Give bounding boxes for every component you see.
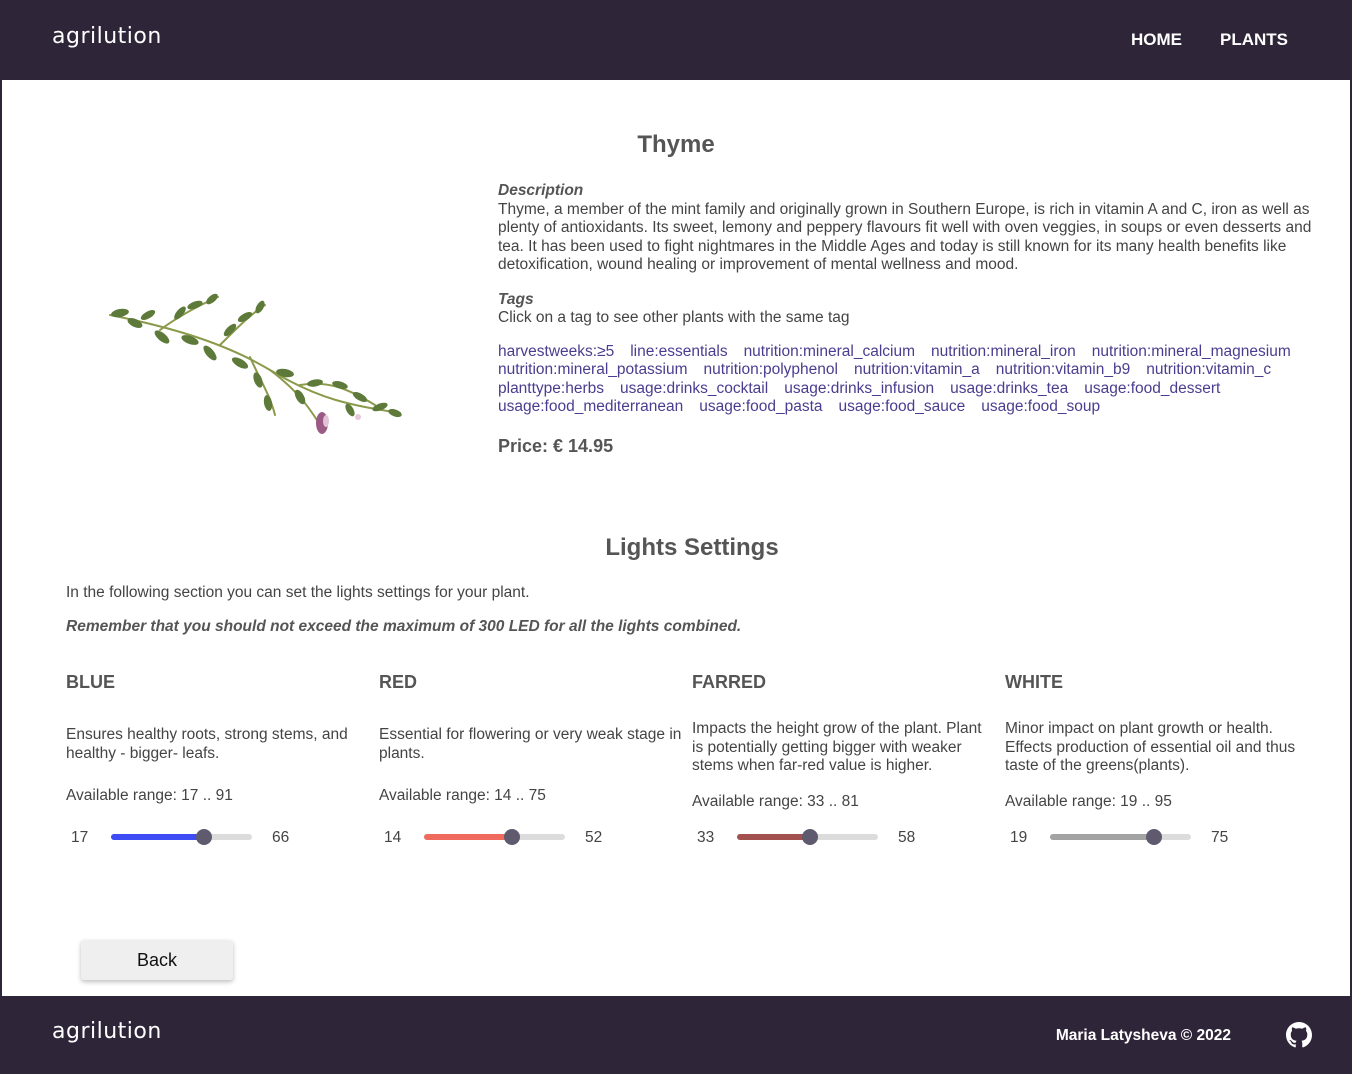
nav-plants-link[interactable]: PLANTS bbox=[1220, 30, 1288, 50]
slider-track[interactable] bbox=[1050, 829, 1191, 845]
slider-fill bbox=[737, 834, 811, 840]
tag-list: harvestweeks:≥5 line:essentials nutritio… bbox=[498, 343, 1328, 417]
brand-logo[interactable]: agrilution bbox=[52, 24, 162, 49]
tag-link[interactable]: nutrition:vitamin_b9 bbox=[996, 361, 1130, 380]
tag-link[interactable]: line:essentials bbox=[630, 343, 727, 362]
slider-min-label: 33 bbox=[697, 829, 715, 846]
slider-min-label: 14 bbox=[384, 829, 402, 846]
tag-link[interactable]: usage:drinks_tea bbox=[950, 380, 1068, 399]
slider-thumb[interactable] bbox=[802, 829, 819, 845]
tag-link[interactable]: usage:drinks_cocktail bbox=[620, 380, 768, 399]
slider-value-label: 66 bbox=[272, 829, 290, 846]
light-blue: BLUE Ensures healthy roots, strong stems… bbox=[66, 672, 379, 846]
description-label: Description bbox=[498, 182, 584, 199]
footer: agrilution Maria Latysheva © 2022 bbox=[0, 996, 1352, 1074]
light-range-text: Available range: 17 .. 91 bbox=[66, 787, 233, 804]
tag-link[interactable]: nutrition:vitamin_c bbox=[1146, 361, 1271, 380]
back-button[interactable]: Back bbox=[81, 940, 233, 980]
tag-link[interactable]: nutrition:mineral_magnesium bbox=[1092, 343, 1291, 362]
slider-min-label: 17 bbox=[71, 829, 89, 846]
tag-link[interactable]: usage:food_sauce bbox=[839, 398, 966, 417]
light-farred: FARRED Impacts the height grow of the pl… bbox=[692, 672, 1005, 846]
nav-home-link[interactable]: HOME bbox=[1131, 30, 1182, 50]
light-slider: 14 52 bbox=[379, 823, 639, 853]
tag-link[interactable]: nutrition:mineral_iron bbox=[931, 343, 1076, 362]
copyright-text: Maria Latysheva © 2022 bbox=[1055, 1027, 1231, 1044]
plant-image bbox=[109, 293, 402, 434]
footer-logo: agrilution bbox=[52, 1019, 162, 1044]
tag-link[interactable]: nutrition:vitamin_a bbox=[854, 361, 980, 380]
light-range-text: Available range: 19 .. 95 bbox=[1005, 793, 1172, 810]
tag-link[interactable]: usage:food_pasta bbox=[699, 398, 822, 417]
light-description: Ensures healthy roots, strong stems, and… bbox=[66, 726, 348, 762]
light-name: RED bbox=[379, 672, 418, 692]
light-name: BLUE bbox=[66, 672, 115, 692]
tag-link[interactable]: planttype:herbs bbox=[498, 380, 604, 399]
lights-intro-text: In the following section you can set the… bbox=[66, 584, 530, 601]
light-slider: 17 66 bbox=[66, 823, 326, 853]
plant-price: Price: € 14.95 bbox=[498, 435, 614, 456]
light-slider: 33 58 bbox=[692, 823, 952, 853]
slider-value-label: 52 bbox=[585, 829, 603, 846]
tag-link[interactable]: nutrition:mineral_calcium bbox=[744, 343, 915, 362]
plant-description: Thyme, a member of the mint family and o… bbox=[498, 200, 1312, 274]
main-nav: HOME PLANTS bbox=[1131, 30, 1288, 50]
slider-track[interactable] bbox=[424, 829, 565, 845]
slider-fill bbox=[111, 834, 205, 840]
lights-settings-title: Lights Settings bbox=[605, 534, 779, 561]
light-range-text: Available range: 33 .. 81 bbox=[692, 793, 859, 810]
slider-track[interactable] bbox=[111, 829, 252, 845]
lights-warning-text: Remember that you should not exceed the … bbox=[66, 618, 742, 635]
slider-thumb[interactable] bbox=[503, 829, 520, 845]
light-red: RED Essential for flowering or very weak… bbox=[379, 672, 692, 846]
tag-link[interactable]: harvestweeks:≥5 bbox=[498, 343, 614, 362]
slider-fill bbox=[1050, 834, 1154, 840]
tag-link[interactable]: usage:food_dessert bbox=[1084, 380, 1220, 399]
light-description: Impacts the height grow of the plant. Pl… bbox=[692, 720, 982, 774]
tags-help-text: Click on a tag to see other plants with … bbox=[498, 309, 850, 326]
slider-thumb[interactable] bbox=[196, 829, 213, 845]
tag-link[interactable]: nutrition:polyphenol bbox=[704, 361, 838, 380]
slider-min-label: 19 bbox=[1010, 829, 1028, 846]
tag-link[interactable]: nutrition:mineral_potassium bbox=[498, 361, 688, 380]
tag-link[interactable]: usage:drinks_infusion bbox=[784, 380, 934, 399]
light-description: Minor impact on plant growth or health. … bbox=[1005, 720, 1296, 774]
light-description: Essential for flowering or very weak sta… bbox=[379, 726, 682, 762]
tags-label: Tags bbox=[498, 290, 534, 308]
light-slider: 19 75 bbox=[1005, 823, 1265, 853]
slider-value-label: 58 bbox=[898, 829, 916, 846]
tag-link[interactable]: usage:food_mediterranean bbox=[498, 398, 683, 417]
top-navbar: agrilution HOME PLANTS bbox=[0, 0, 1352, 80]
light-name: FARRED bbox=[692, 672, 767, 692]
light-name: WHITE bbox=[1005, 672, 1063, 692]
light-white: WHITE Minor impact on plant growth or he… bbox=[1005, 672, 1318, 846]
light-range-text: Available range: 14 .. 75 bbox=[379, 787, 546, 804]
slider-thumb[interactable] bbox=[1145, 829, 1162, 845]
slider-track[interactable] bbox=[737, 829, 878, 845]
tag-link[interactable]: usage:food_soup bbox=[981, 398, 1100, 417]
slider-fill bbox=[424, 834, 512, 840]
github-icon[interactable] bbox=[1286, 1022, 1312, 1048]
plant-title: Thyme bbox=[637, 131, 715, 158]
plant-details: Description Thyme, a member of the mint … bbox=[498, 182, 1328, 455]
slider-value-label: 75 bbox=[1211, 829, 1229, 846]
